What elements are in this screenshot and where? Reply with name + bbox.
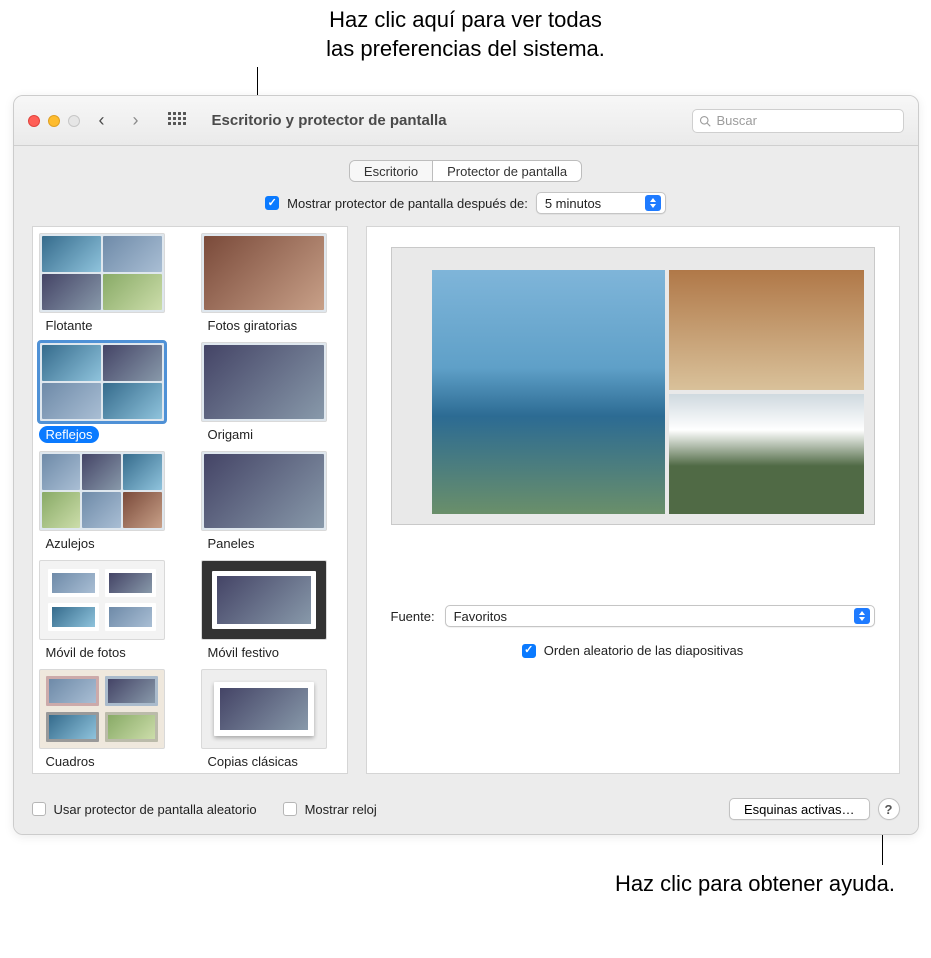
bottom-bar: Usar protector de pantalla aleatorio Mos…	[14, 788, 918, 834]
screensaver-item-movil-festivo[interactable]: Móvil festivo	[201, 560, 341, 661]
minimize-button[interactable]	[48, 115, 60, 127]
screensaver-item-cuadros[interactable]: Cuadros	[39, 669, 179, 770]
random-saver-checkbox[interactable]	[32, 802, 46, 816]
zoom-button[interactable]	[68, 115, 80, 127]
screensaver-item-paneles[interactable]: Paneles	[201, 451, 341, 552]
source-row: Fuente: Favoritos	[391, 605, 875, 627]
source-popup[interactable]: Favoritos	[445, 605, 875, 627]
callout-line	[257, 67, 258, 95]
random-slides-row: Orden aleatorio de las diapositivas	[391, 643, 875, 658]
hot-corners-button[interactable]: Esquinas activas…	[729, 798, 870, 820]
show-after-value: 5 minutos	[545, 196, 601, 211]
window-title: Escritorio y protector de pantalla	[212, 112, 682, 129]
tab-screensaver[interactable]: Protector de pantalla	[433, 161, 581, 181]
thumb-label: Paneles	[201, 535, 262, 552]
screensaver-item-reflejos[interactable]: Reflejos	[39, 342, 179, 443]
callout-top: Haz clic aquí para ver todas las prefere…	[0, 0, 931, 63]
source-value: Favoritos	[454, 609, 507, 624]
show-clock-label: Mostrar reloj	[305, 802, 377, 817]
thumb-label: Copias clásicas	[201, 753, 305, 770]
screensaver-item-flotante[interactable]: Flotante	[39, 233, 179, 334]
random-saver-label: Usar protector de pantalla aleatorio	[54, 802, 257, 817]
tab-segmented: Escritorio Protector de pantalla	[32, 160, 900, 182]
thumb-label: Móvil de fotos	[39, 644, 133, 661]
search-icon	[699, 115, 711, 127]
show-after-row: Mostrar protector de pantalla después de…	[32, 192, 900, 214]
screensaver-list[interactable]: Flotante Fotos giratorias Reflejos Origa…	[32, 226, 348, 774]
screensaver-item-copias-clasicas[interactable]: Copias clásicas	[201, 669, 341, 770]
screensaver-item-azulejos[interactable]: Azulejos	[39, 451, 179, 552]
search-placeholder: Buscar	[717, 113, 757, 128]
close-button[interactable]	[28, 115, 40, 127]
search-input[interactable]: Buscar	[692, 109, 904, 133]
random-slides-label: Orden aleatorio de las diapositivas	[544, 643, 743, 658]
forward-button[interactable]: ›	[124, 110, 148, 131]
show-after-label: Mostrar protector de pantalla después de…	[287, 196, 528, 211]
random-slides-checkbox[interactable]	[522, 644, 536, 658]
popup-arrows-icon	[854, 608, 870, 624]
content-area: Escritorio Protector de pantalla Mostrar…	[14, 146, 918, 788]
thumb-label: Cuadros	[39, 753, 102, 770]
preview-pane: Fuente: Favoritos Orden aleatorio de las…	[366, 226, 900, 774]
screensaver-item-movil-fotos[interactable]: Móvil de fotos	[39, 560, 179, 661]
back-button[interactable]: ‹	[90, 110, 114, 131]
preview-tile	[669, 394, 864, 514]
callout-line	[882, 835, 883, 865]
preview-tile	[669, 270, 864, 390]
thumb-label: Reflejos	[39, 426, 100, 443]
source-label: Fuente:	[391, 609, 435, 624]
thumb-label: Flotante	[39, 317, 100, 334]
screensaver-item-origami[interactable]: Origami	[201, 342, 341, 443]
preferences-window: ‹ › Escritorio y protector de pantalla B…	[13, 95, 919, 835]
traffic-lights	[28, 115, 80, 127]
show-after-checkbox[interactable]	[265, 196, 279, 210]
thumb-label: Azulejos	[39, 535, 102, 552]
callout-bottom: Haz clic para obtener ayuda.	[0, 865, 931, 903]
popup-arrows-icon	[645, 195, 661, 211]
screensaver-preview	[391, 247, 875, 525]
show-all-icon[interactable]	[168, 112, 186, 130]
show-after-popup[interactable]: 5 minutos	[536, 192, 666, 214]
thumb-label: Origami	[201, 426, 261, 443]
thumb-label: Fotos giratorias	[201, 317, 305, 334]
show-clock-checkbox[interactable]	[283, 802, 297, 816]
thumb-label: Móvil festivo	[201, 644, 287, 661]
toolbar: ‹ › Escritorio y protector de pantalla B…	[14, 96, 918, 146]
preview-tile	[432, 270, 665, 514]
help-button[interactable]: ?	[878, 798, 900, 820]
tab-desktop[interactable]: Escritorio	[350, 161, 433, 181]
screensaver-item-fotos-giratorias[interactable]: Fotos giratorias	[201, 233, 341, 334]
